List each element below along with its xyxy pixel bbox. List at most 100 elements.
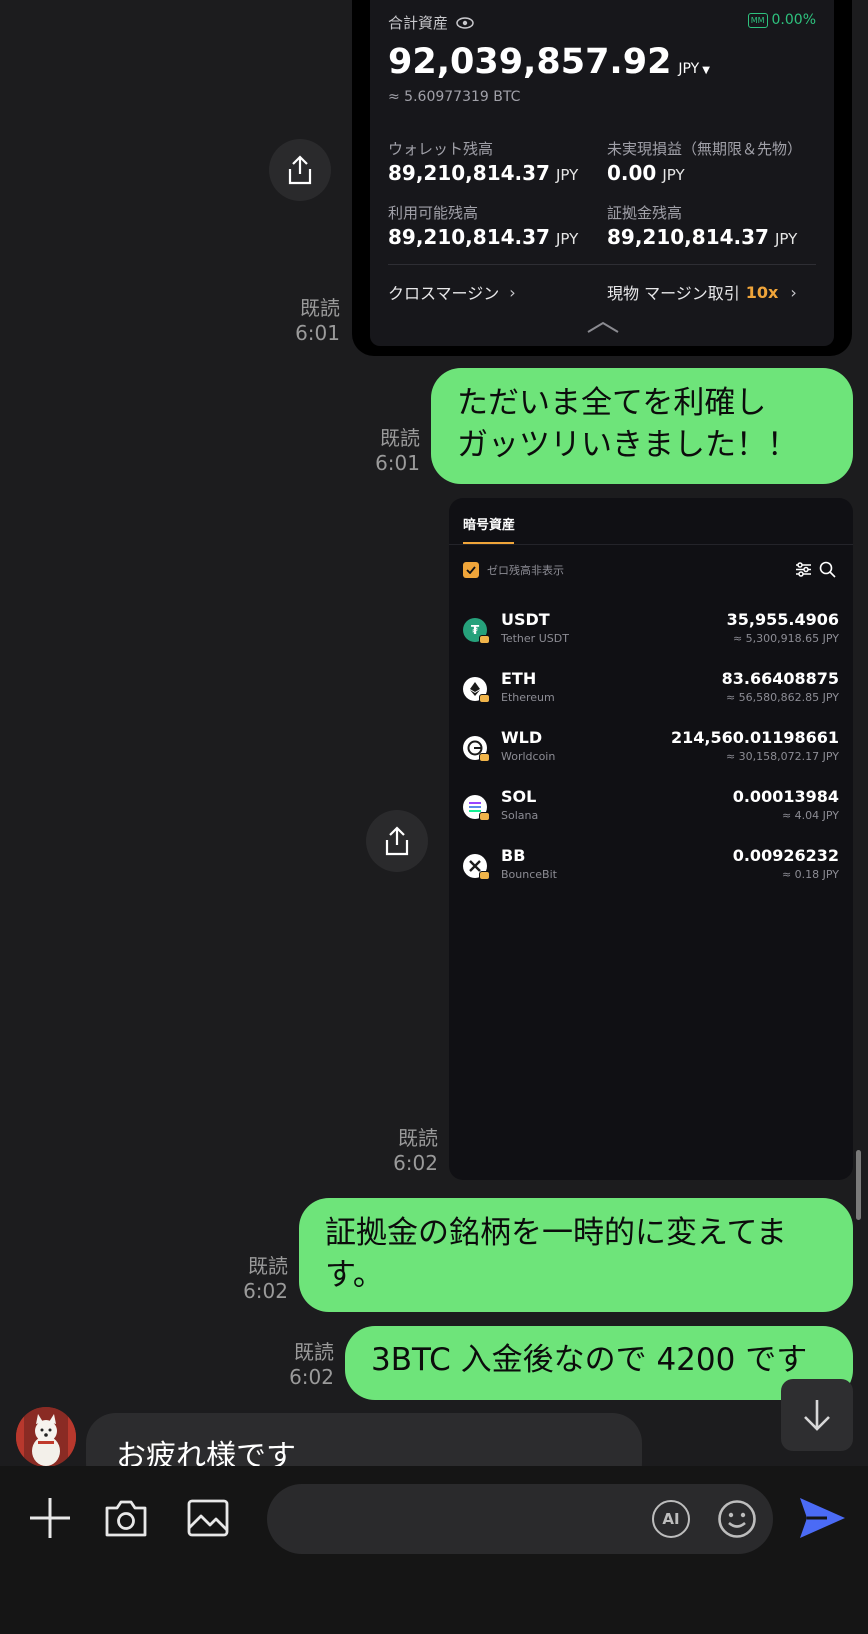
asset-row-wld[interactable]: WLD Worldcoin 214,560.01198661 ≈ 30,158,…	[449, 724, 853, 774]
message-time: 6:02	[393, 1151, 438, 1175]
unit-label: JPY	[555, 230, 579, 248]
wallet-balance-label: ウォレット残高	[388, 140, 494, 158]
asset-row-eth[interactable]: ETH Ethereum 83.66408875 ≈ 56,580,862.85…	[449, 665, 853, 715]
margin-balance: 89,210,814.37 JPY	[607, 225, 797, 249]
checkbox-checked-icon[interactable]	[463, 562, 479, 578]
cross-margin-label: クロスマージン	[388, 284, 500, 303]
available-balance: 89,210,814.37 JPY	[388, 225, 578, 249]
asset-row-usdt[interactable]: ₮ USDT Tether USDT 35,955.4906 ≈ 5,300,9…	[449, 606, 853, 656]
total-assets-header: 合計資産	[388, 12, 474, 33]
message-text: 3BTC 入金後なので 4200 です	[371, 1342, 808, 1378]
emoji-icon[interactable]	[717, 1499, 757, 1539]
unit-label: JPY	[774, 230, 798, 248]
unrealized-pnl: 0.00 JPY	[607, 161, 685, 185]
spot-margin-label: 現物 マージン取引	[607, 284, 740, 303]
plus-icon[interactable]	[28, 1496, 72, 1540]
asset-name: Ethereum	[501, 691, 555, 704]
message-bubble-outgoing[interactable]: ただいま全てを利確し ガッツリいきました！！	[431, 368, 853, 484]
asset-jpy-value: ≈ 0.18 JPY	[781, 868, 839, 881]
tab-crypto-assets[interactable]: 暗号資産	[463, 514, 515, 533]
chevron-right-icon: ›	[790, 282, 797, 302]
eye-icon	[456, 16, 474, 29]
hide-zero-balance-toggle[interactable]: ゼロ残高非表示	[463, 562, 564, 578]
search-icon[interactable]	[819, 561, 836, 578]
asset-amount: 214,560.01198661	[670, 728, 839, 747]
total-assets-label: 合計資産	[388, 14, 449, 32]
read-label: 既読	[248, 1254, 288, 1278]
shared-screenshot-asset-list[interactable]: 暗号資産 ゼロ残高非表示 ₮ USDT Tether USDT 35,955.4…	[449, 498, 853, 1180]
asset-name: BounceBit	[501, 868, 557, 881]
margin-balance-label: 証拠金残高	[607, 204, 683, 222]
asset-amount: 0.00926232	[732, 846, 839, 865]
asset-symbol: USDT	[501, 610, 550, 629]
eth-icon	[463, 677, 490, 703]
wld-icon	[463, 736, 490, 762]
total-value: 92,039,857.92	[388, 42, 672, 82]
spot-margin-link[interactable]: 現物 マージン取引 10x ›	[607, 280, 797, 304]
unrealized-pnl-label: 未実現損益（無期限＆先物）	[607, 140, 803, 158]
bb-icon	[463, 854, 490, 880]
camera-icon[interactable]	[104, 1498, 148, 1538]
mm-badge: MM	[747, 12, 768, 28]
asset-symbol: WLD	[501, 728, 543, 747]
message-text: 証拠金の銘柄を一時的に変えてま	[325, 1215, 787, 1251]
message-time: 6:02	[289, 1365, 334, 1389]
read-receipt: 既読 6:02	[264, 1340, 334, 1390]
image-icon[interactable]	[186, 1498, 230, 1538]
message-time: 6:01	[295, 321, 340, 345]
wallet-balance: 89,210,814.37 JPY	[388, 161, 578, 185]
read-receipt: 既読 6:02	[218, 1254, 288, 1304]
send-icon[interactable]	[797, 1494, 847, 1542]
shared-screenshot-account-summary[interactable]: 合計資産 MM 0.00% 92,039,857.92 JPY ▼ ≈ 5.60…	[352, 0, 852, 356]
message-text: す。	[325, 1257, 384, 1293]
read-receipt: 既読 6:01	[270, 296, 340, 346]
message-bubble-outgoing[interactable]: 証拠金の銘柄を一時的に変えてま す。	[299, 1198, 853, 1312]
account-summary-panel: 合計資産 MM 0.00% 92,039,857.92 JPY ▼ ≈ 5.60…	[370, 0, 834, 346]
asset-name: Worldcoin	[501, 750, 556, 763]
avatar[interactable]	[16, 1407, 76, 1467]
chevron-up-icon[interactable]	[586, 320, 620, 334]
asset-row-bb[interactable]: BB BounceBit 0.00926232 ≈ 0.18 JPY	[449, 842, 853, 892]
scroll-to-bottom-button[interactable]	[781, 1379, 853, 1451]
message-input[interactable]: AI	[267, 1484, 773, 1554]
unit-label: JPY	[555, 166, 579, 184]
mm-ratio: MM 0.00%	[747, 12, 816, 28]
message-text: ただいま全てを利確し	[457, 385, 767, 421]
message-time: 6:02	[243, 1279, 288, 1303]
message-text: ガッツリいきました！！	[457, 427, 798, 463]
asset-row-sol[interactable]: SOL Solana 0.00013984 ≈ 4.04 JPY	[449, 783, 853, 833]
ai-icon[interactable]: AI	[652, 1500, 690, 1538]
share-button[interactable]	[269, 139, 331, 201]
share-button[interactable]	[366, 810, 428, 872]
caret-down-icon[interactable]: ▼	[702, 65, 710, 76]
total-unit: JPY	[678, 61, 700, 77]
asset-name: Solana	[501, 809, 539, 822]
divider	[388, 264, 816, 265]
available-balance-value: 89,210,814.37	[388, 225, 550, 249]
read-receipt: 既読 6:02	[368, 1126, 438, 1176]
asset-name: Tether USDT	[501, 632, 569, 645]
message-time: 6:01	[375, 451, 420, 475]
read-label: 既読	[380, 426, 420, 450]
arrow-down-icon	[804, 1400, 830, 1431]
dog-avatar-icon	[16, 1407, 76, 1467]
read-label: 既読	[300, 296, 340, 320]
filter-icon[interactable]	[795, 562, 812, 577]
asset-amount: 0.00013984	[732, 787, 839, 806]
asset-symbol: SOL	[501, 787, 537, 806]
chat-input-bar: AI	[0, 1466, 868, 1634]
asset-jpy-value: ≈ 56,580,862.85 JPY	[725, 691, 839, 704]
scrollbar[interactable]	[856, 1150, 861, 1220]
asset-amount: 35,955.4906	[726, 610, 839, 629]
asset-amount: 83.66408875	[721, 669, 839, 688]
divider	[449, 544, 853, 545]
sol-icon	[463, 795, 490, 821]
leverage-badge: 10x	[745, 282, 779, 302]
cross-margin-link[interactable]: クロスマージン ›	[388, 280, 516, 304]
share-icon	[288, 155, 312, 185]
read-receipt: 既読 6:01	[350, 426, 420, 476]
margin-balance-value: 89,210,814.37	[607, 225, 769, 249]
read-label: 既読	[398, 1126, 438, 1150]
message-bubble-outgoing[interactable]: 3BTC 入金後なので 4200 です	[345, 1326, 853, 1400]
total-balance: 92,039,857.92 JPY ▼	[388, 42, 710, 82]
